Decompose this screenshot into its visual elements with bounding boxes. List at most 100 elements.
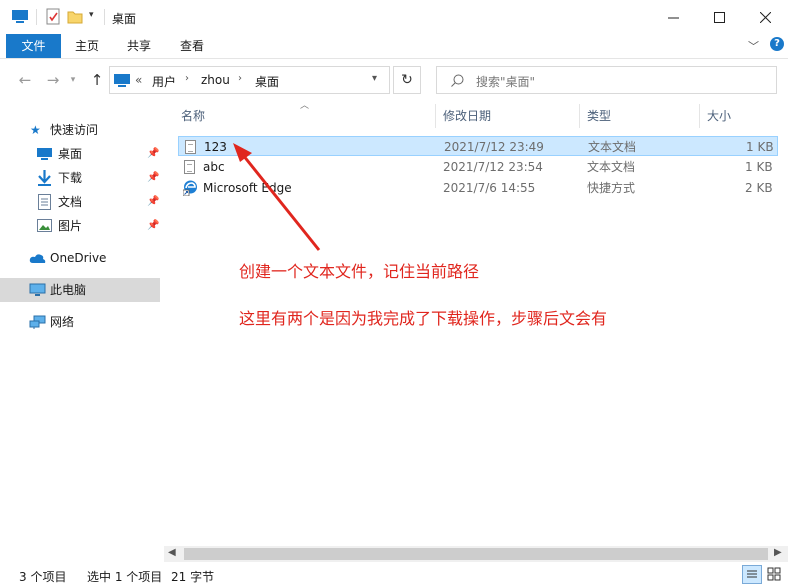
minimize-icon xyxy=(667,17,679,18)
file-size: 1 KB xyxy=(746,140,774,154)
annotation-text: 创建一个文本文件，记住当前路径 xyxy=(239,262,480,281)
cloud-icon xyxy=(29,254,46,263)
ribbon-tabs: 文件 主页 共享 查看 ﹀ ? xyxy=(0,34,788,59)
scrollbar-thumb[interactable] xyxy=(184,548,768,560)
sidebar-item-desktop[interactable]: 桌面 📌 xyxy=(0,142,160,166)
sidebar-item-label: 桌面 xyxy=(58,147,83,161)
file-modified: 2021/7/12 23:54 xyxy=(443,160,543,174)
status-item-count: 3 个项目 xyxy=(19,570,67,584)
column-header-size[interactable]: 大小 xyxy=(707,104,731,128)
column-header-type[interactable]: 类型 xyxy=(587,104,611,128)
status-selection: 选中 1 个项目 xyxy=(87,570,163,584)
minimize-button[interactable] xyxy=(650,0,696,34)
sidebar-item-label: 网络 xyxy=(50,315,75,329)
breadcrumb-chevron-icon[interactable]: › xyxy=(238,73,242,84)
download-icon xyxy=(38,170,51,186)
address-dropdown-icon[interactable]: ▾ xyxy=(372,73,377,84)
breadcrumb-overflow[interactable]: « xyxy=(135,73,142,87)
window-title: 桌面 xyxy=(112,12,137,26)
sidebar-item-pictures[interactable]: 图片 📌 xyxy=(0,214,160,238)
back-arrow-icon: ← xyxy=(18,71,32,89)
picture-icon xyxy=(37,219,52,232)
column-divider[interactable] xyxy=(435,104,436,128)
large-icons-view-icon xyxy=(767,567,781,581)
sidebar-item-network[interactable]: 网络 xyxy=(0,310,160,334)
sidebar-item-label: 快速访问 xyxy=(50,123,99,137)
sidebar-item-label: 图片 xyxy=(58,219,83,233)
search-input[interactable]: 搜索"桌面" xyxy=(476,73,535,90)
tab-file[interactable]: 文件 xyxy=(6,34,61,58)
search-box[interactable]: 搜索"桌面" xyxy=(436,66,777,94)
desktop-icon xyxy=(114,74,130,87)
tab-home[interactable]: 主页 xyxy=(64,34,110,58)
sidebar-item-quick-access[interactable]: ★ 快速访问 xyxy=(0,118,160,142)
tab-share[interactable]: 共享 xyxy=(116,34,162,58)
refresh-button[interactable]: ↻ xyxy=(393,66,421,94)
sidebar-item-this-pc[interactable]: 此电脑 xyxy=(0,278,160,302)
sidebar-item-label: 文档 xyxy=(58,195,83,209)
refresh-icon: ↻ xyxy=(401,72,413,88)
help-icon[interactable]: ? xyxy=(770,37,784,51)
status-bar: 3 个项目 选中 1 个项目 21 字节 xyxy=(0,562,788,588)
maximize-button[interactable] xyxy=(696,0,742,34)
file-type: 快捷方式 xyxy=(587,181,636,195)
breadcrumb-users[interactable]: 用户 xyxy=(152,73,176,90)
desktop-icon xyxy=(37,148,52,160)
customize-quick-access-icon[interactable]: ▾ xyxy=(89,10,94,20)
maximize-icon xyxy=(713,11,725,23)
forward-arrow-icon: → xyxy=(46,71,60,89)
breadcrumb-desktop[interactable]: 桌面 xyxy=(255,73,279,90)
details-view-icon xyxy=(747,570,757,578)
edge-shortcut-icon xyxy=(183,180,198,196)
close-button[interactable] xyxy=(742,0,788,34)
network-icon xyxy=(29,315,46,329)
navigation-pane: ★ 快速访问 桌面 📌 下载 📌 文档 📌 图片 📌 OneDrive 此电脑 xyxy=(0,104,162,546)
sidebar-item-label: 此电脑 xyxy=(50,283,87,297)
sidebar-item-onedrive[interactable]: OneDrive xyxy=(0,246,160,270)
scroll-left-icon[interactable]: ◀ xyxy=(168,547,176,558)
sidebar-item-documents[interactable]: 文档 📌 xyxy=(0,190,160,214)
address-bar[interactable]: « 用户 › zhou › 桌面 ▾ xyxy=(109,66,390,94)
horizontal-scrollbar[interactable]: ◀ ▶ xyxy=(164,546,788,562)
breadcrumb-zhou[interactable]: zhou xyxy=(201,73,230,87)
status-size: 21 字节 xyxy=(171,570,215,584)
pin-icon: 📌 xyxy=(147,220,160,231)
file-type: 文本文档 xyxy=(588,140,637,154)
column-header-name[interactable]: 名称 xyxy=(181,104,205,128)
file-size: 2 KB xyxy=(745,181,773,195)
back-button[interactable]: ← xyxy=(15,68,35,92)
file-modified: 2021/7/12 23:49 xyxy=(444,140,544,154)
sidebar-item-downloads[interactable]: 下载 📌 xyxy=(0,166,160,190)
sidebar-item-label: 下载 xyxy=(58,171,83,185)
pin-icon: 📌 xyxy=(147,196,160,207)
column-divider[interactable] xyxy=(579,104,580,128)
properties-icon[interactable] xyxy=(45,8,61,25)
column-divider[interactable] xyxy=(699,104,700,128)
column-header-modified[interactable]: 修改日期 xyxy=(443,104,491,128)
pin-icon: 📌 xyxy=(147,148,160,159)
forward-button[interactable]: → xyxy=(43,68,63,92)
file-type: 文本文档 xyxy=(587,160,636,174)
up-button[interactable]: ↑ xyxy=(87,68,107,92)
sidebar-item-label: OneDrive xyxy=(50,251,107,265)
scroll-right-icon[interactable]: ▶ xyxy=(774,547,782,558)
title-bar: ▾ 桌面 xyxy=(0,0,788,34)
breadcrumb-chevron-icon[interactable]: › xyxy=(185,73,189,84)
large-icons-view-button[interactable] xyxy=(765,565,785,584)
file-modified: 2021/7/6 14:55 xyxy=(443,181,536,195)
up-arrow-icon: ↑ xyxy=(90,71,104,89)
computer-icon xyxy=(29,283,46,296)
annotation-text: 这里有两个是因为我完成了下载操作，步骤后文会有 xyxy=(239,309,608,328)
recent-locations-button[interactable]: ▾ xyxy=(66,68,80,92)
details-view-button[interactable] xyxy=(742,565,762,584)
document-icon xyxy=(38,194,51,210)
pin-icon: 📌 xyxy=(147,172,160,183)
annotation-arrow-icon xyxy=(233,143,321,251)
text-file-icon xyxy=(185,140,196,154)
chevron-down-icon: ▾ xyxy=(70,75,76,85)
new-folder-icon[interactable] xyxy=(67,9,83,24)
file-name: abc xyxy=(203,160,225,174)
text-file-icon xyxy=(184,160,195,174)
expand-ribbon-icon[interactable]: ﹀ xyxy=(748,38,759,54)
tab-view[interactable]: 查看 xyxy=(169,34,215,58)
